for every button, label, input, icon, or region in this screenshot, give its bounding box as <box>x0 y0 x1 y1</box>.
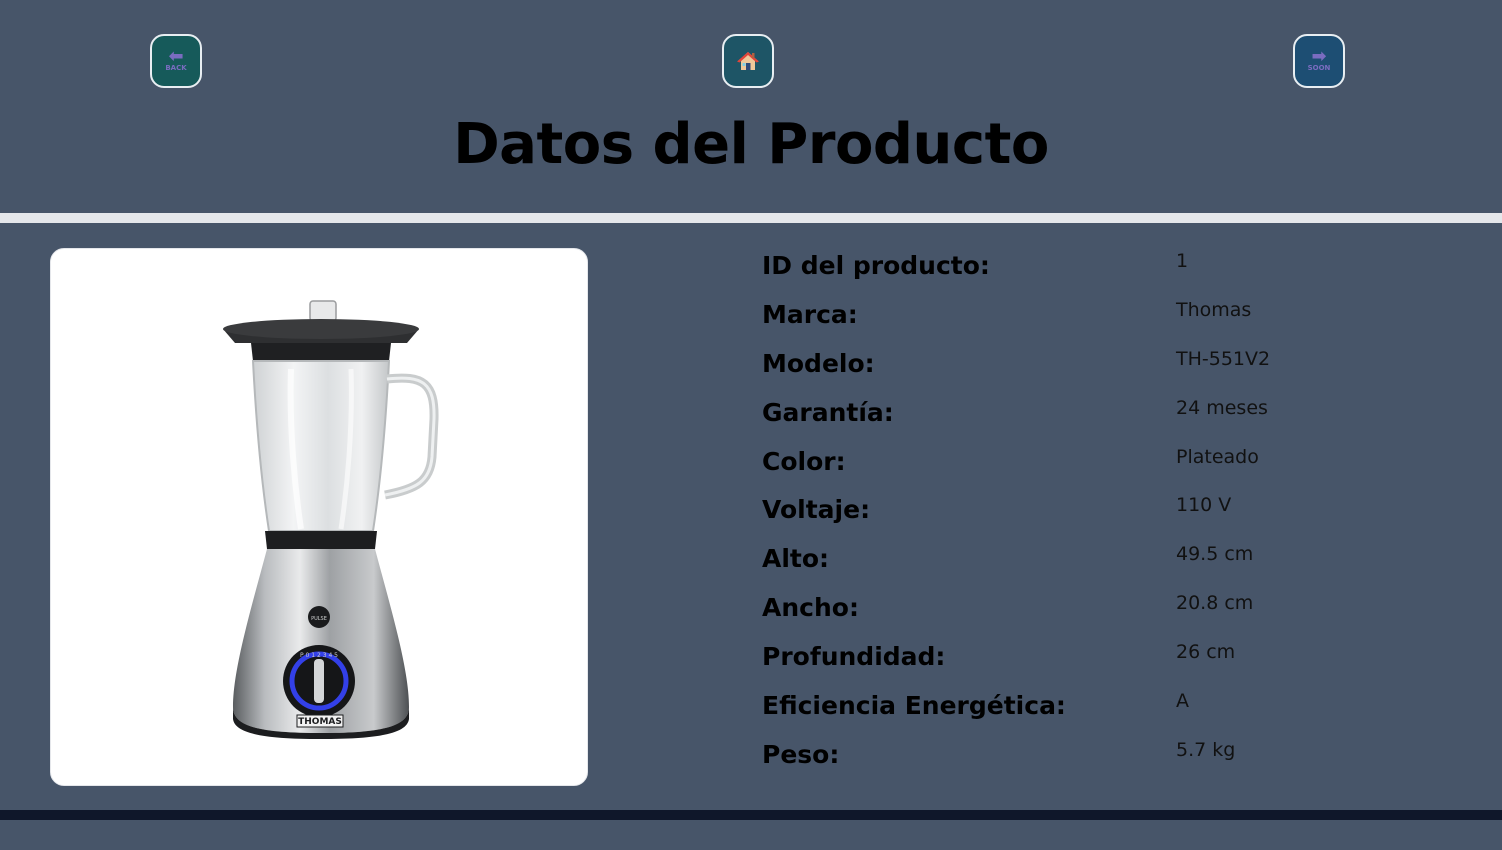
spec-row: Color: Plateado <box>762 439 1462 488</box>
spec-label: Color: <box>762 446 846 476</box>
spec-row: Alto: 49.5 cm <box>762 536 1462 585</box>
svg-text:P 0 1 2 3 4 5: P 0 1 2 3 4 5 <box>300 652 338 659</box>
next-caption: SOON <box>1307 64 1331 72</box>
spec-row: Ancho: 20.8 cm <box>762 585 1462 634</box>
spec-label: Alto: <box>762 544 830 574</box>
svg-text:PULSE: PULSE <box>311 616 327 622</box>
product-page: ⬅ BACK ➡ SOON Datos del Producto PULSE P… <box>0 0 1502 850</box>
spec-label: Eficiencia Energética: <box>762 691 1066 721</box>
spec-label: Garantía: <box>762 397 894 427</box>
spec-value: 20.8 cm <box>1176 592 1254 615</box>
footer-divider <box>0 810 1502 820</box>
spec-value: 5.7 kg <box>1176 738 1236 761</box>
spec-row: Marca: Thomas <box>762 292 1462 341</box>
spec-label: ID del producto: <box>762 251 990 280</box>
spec-value: 24 meses <box>1176 396 1268 419</box>
spec-value: A <box>1176 690 1189 713</box>
spec-row: Peso: 5.7 kg <box>762 732 1462 781</box>
spec-row: ID del producto: 1 <box>762 243 1462 292</box>
spec-value: Thomas <box>1176 298 1252 321</box>
house-icon <box>737 52 759 70</box>
spec-row: Eficiencia Energética: A <box>762 683 1462 732</box>
brand-logo: THOMAS <box>298 717 342 727</box>
product-specs: ID del producto: 1 Marca: Thomas Modelo: TH-5… <box>762 243 1462 781</box>
spec-value: 49.5 cm <box>1176 543 1254 566</box>
page-title: Datos del Producto <box>453 112 1049 177</box>
arrow-left-icon: ⬅ <box>168 46 184 67</box>
spec-label: Marca: <box>762 299 858 329</box>
spec-label: Peso: <box>762 739 840 769</box>
spec-value: 26 cm <box>1176 641 1236 664</box>
spec-value: TH-551V2 <box>1176 347 1271 370</box>
spec-row: Modelo: TH-551V2 <box>762 341 1462 390</box>
header-divider <box>0 213 1502 223</box>
spec-label: Profundidad: <box>762 642 946 672</box>
spec-value: Plateado <box>1176 445 1259 468</box>
product-image-card: PULSE P 0 1 2 3 4 5 THOMAS <box>50 248 588 786</box>
spec-label: Modelo: <box>762 348 875 378</box>
spec-label: Voltaje: <box>762 495 871 525</box>
spec-value: 110 V <box>1176 494 1232 517</box>
spec-row: Garantía: 24 meses <box>762 390 1462 439</box>
spec-row: Profundidad: 26 cm <box>762 634 1462 683</box>
spec-value: 1 <box>1176 250 1189 272</box>
product-image: PULSE P 0 1 2 3 4 5 THOMAS <box>223 300 439 739</box>
spec-row: Voltaje: 110 V <box>762 487 1462 536</box>
home-button[interactable] <box>722 34 774 88</box>
spec-label: Ancho: <box>762 593 859 623</box>
back-caption: BACK <box>165 64 187 72</box>
back-button[interactable]: ⬅ BACK <box>150 34 202 88</box>
arrow-right-icon: ➡ <box>1311 46 1327 67</box>
next-button[interactable]: ➡ SOON <box>1293 34 1345 88</box>
